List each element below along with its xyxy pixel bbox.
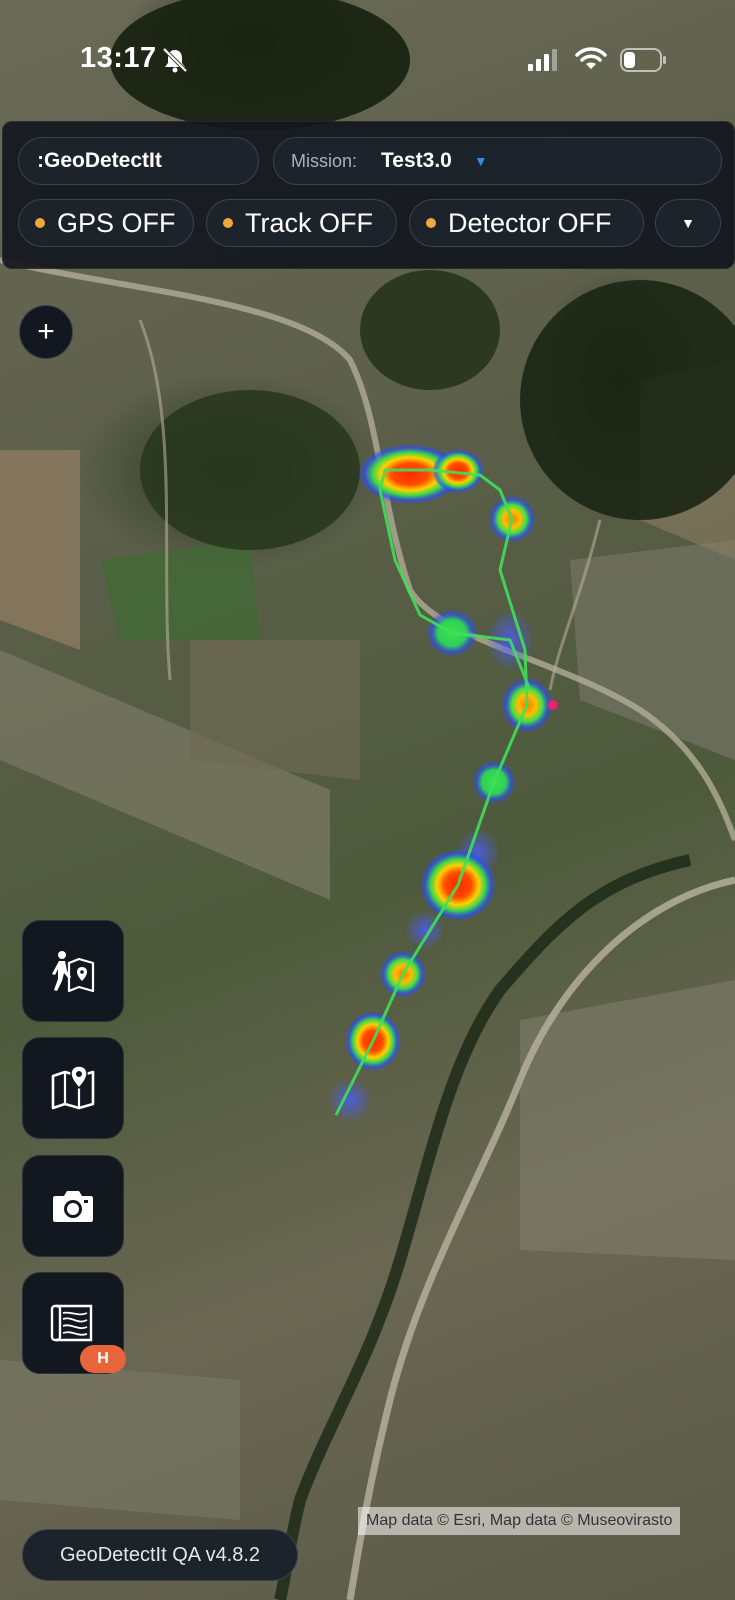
app-name-label: :GeoDetectIt bbox=[37, 149, 162, 172]
version-label[interactable]: GeoDetectIt QA v4.8.2 bbox=[22, 1529, 298, 1581]
track-status-label: Track OFF bbox=[245, 207, 373, 238]
chevron-down-icon: ▼ bbox=[473, 153, 488, 169]
mission-value: Test3.0 bbox=[381, 149, 452, 172]
status-dot-icon bbox=[223, 218, 233, 228]
status-bar: 13:17 bbox=[0, 0, 735, 120]
zoom-in-button[interactable]: + bbox=[19, 305, 73, 359]
layer-badge: H bbox=[80, 1345, 126, 1373]
clock: 13:17 bbox=[80, 42, 157, 74]
plus-icon: + bbox=[37, 315, 55, 348]
track-toggle[interactable]: Track OFF bbox=[206, 199, 397, 247]
detector-status-label: Detector OFF bbox=[448, 207, 612, 238]
chevron-down-icon: ▼ bbox=[681, 215, 695, 231]
battery-icon bbox=[620, 48, 666, 72]
mission-toolbar: :GeoDetectIt Mission: Test3.0 ▼ GPS OFF … bbox=[2, 121, 735, 269]
gps-toggle[interactable]: GPS OFF bbox=[18, 199, 194, 247]
camera-button[interactable] bbox=[22, 1155, 124, 1257]
app-name-button[interactable]: :GeoDetectIt bbox=[18, 137, 259, 185]
detector-toggle[interactable]: Detector OFF bbox=[409, 199, 644, 247]
hiker-map-icon bbox=[52, 951, 95, 993]
camera-icon bbox=[53, 1191, 93, 1222]
map-markers-button[interactable] bbox=[22, 1037, 124, 1139]
wifi-icon bbox=[575, 47, 607, 69]
survey-mode-button[interactable] bbox=[22, 920, 124, 1022]
mission-label: Mission: bbox=[291, 150, 358, 171]
map-pin-icon bbox=[51, 1065, 95, 1110]
layers-map-icon bbox=[50, 1304, 93, 1342]
bell-slash-icon bbox=[162, 47, 188, 73]
mission-selector[interactable]: Mission: Test3.0 ▼ bbox=[273, 137, 722, 185]
map-attribution: Map data © Esri, Map data © Museovirasto bbox=[358, 1507, 681, 1535]
more-options-button[interactable]: ▼ bbox=[655, 199, 721, 247]
signal-icon bbox=[528, 49, 557, 71]
status-dot-icon bbox=[426, 218, 436, 228]
gps-status-label: GPS OFF bbox=[57, 207, 176, 238]
status-dot-icon bbox=[35, 218, 45, 228]
